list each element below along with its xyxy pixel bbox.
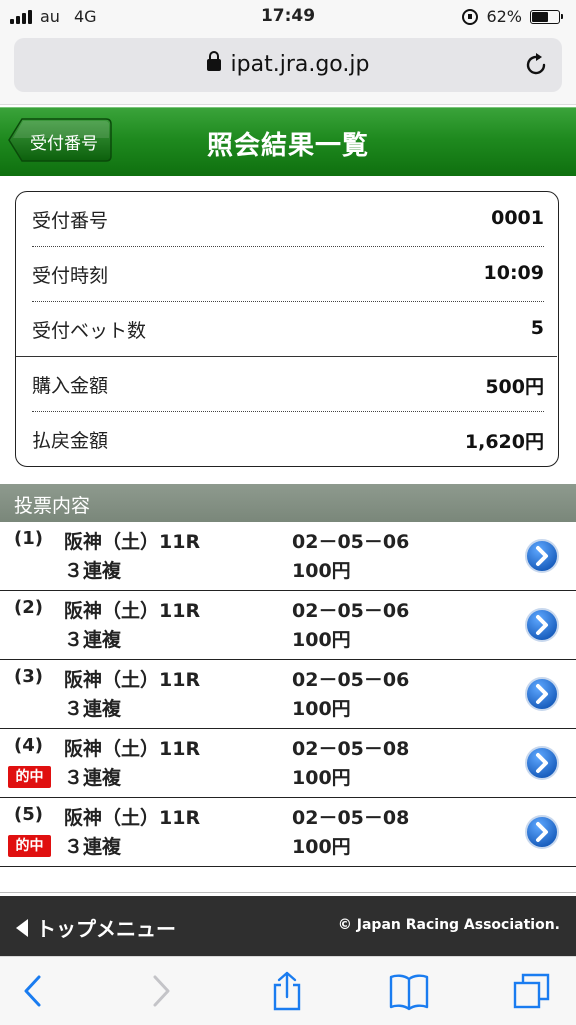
reload-icon[interactable] xyxy=(522,51,550,79)
receipt-row-payout: 払戻金額 1,620円 xyxy=(32,412,544,466)
bet-combination: 02－05－06 xyxy=(292,531,410,553)
receipt-row-number: 受付番号 0001 xyxy=(32,192,544,246)
page-footer: トップメニュー © Japan Racing Association. xyxy=(0,896,576,956)
share-icon[interactable] xyxy=(267,971,307,1011)
bet-type: ３連複 xyxy=(64,560,122,582)
battery-icon xyxy=(530,9,563,24)
bet-number: (1) xyxy=(14,528,43,549)
bet-number: (4) xyxy=(14,735,43,756)
bet-amount: 100円 xyxy=(292,629,351,651)
bet-amount: 100円 xyxy=(292,836,351,858)
hit-badge: 的中 xyxy=(8,835,51,857)
chevron-right-circle-icon[interactable] xyxy=(524,676,560,712)
chevron-right-circle-icon[interactable] xyxy=(524,538,560,574)
chevron-right-circle-icon[interactable] xyxy=(524,745,560,781)
receipt-summary: 受付番号 0001 受付時刻 10:09 受付ベット数 5 購入金額 500円 … xyxy=(15,191,559,467)
address-bar[interactable]: ipat.jra.go.jp xyxy=(14,38,562,92)
back-chevron-icon[interactable] xyxy=(14,971,54,1011)
browser-address-area: ipat.jra.go.jp xyxy=(0,32,576,105)
receipt-label: 受付ベット数 xyxy=(32,320,147,342)
receipt-label: 受付時刻 xyxy=(32,265,109,287)
bet-type: ３連複 xyxy=(64,767,122,789)
bet-combination: 02－05－06 xyxy=(292,669,410,691)
bet-number: (5) xyxy=(14,804,43,825)
receipt-value: 5 xyxy=(530,317,544,339)
bet-amount: 100円 xyxy=(292,698,351,720)
triangle-left-icon xyxy=(16,918,28,937)
bet-number: (3) xyxy=(14,666,43,687)
receipt-value: 0001 xyxy=(491,207,544,229)
top-menu-label: トップメニュー xyxy=(36,917,176,941)
bet-row-1[interactable]: (1) 阪神（土）11R ３連複 02－05－06 100円 xyxy=(0,522,576,591)
receipt-value: 10:09 xyxy=(483,262,544,284)
section-title: 投票内容 xyxy=(14,495,91,517)
bet-type: ３連複 xyxy=(64,836,122,858)
rotation-lock-icon xyxy=(462,8,479,25)
receipt-row-time: 受付時刻 10:09 xyxy=(32,247,544,301)
receipt-row-purchase: 購入金額 500円 xyxy=(32,357,544,411)
forward-chevron-icon[interactable] xyxy=(140,971,180,1011)
browser-toolbar xyxy=(0,956,576,1025)
bet-combination: 02－05－08 xyxy=(292,807,410,829)
padlock-icon xyxy=(206,51,221,71)
top-menu-link[interactable]: トップメニュー xyxy=(16,913,176,942)
bet-combination: 02－05－08 xyxy=(292,738,410,760)
bet-type: ３連複 xyxy=(64,629,122,651)
bet-row-4[interactable]: (4) 阪神（土）11R 的中 ３連複 02－05－08 100円 xyxy=(0,729,576,798)
bet-amount: 100円 xyxy=(292,767,351,789)
page-header: 受付番号 照会結果一覧 xyxy=(0,107,576,176)
bet-race: 阪神（土）11R xyxy=(64,669,201,691)
back-button[interactable]: 受付番号 xyxy=(8,118,112,162)
receipt-value: 500円 xyxy=(485,376,544,398)
status-right: 62% xyxy=(462,7,563,26)
url-display[interactable]: ipat.jra.go.jp xyxy=(14,51,562,77)
back-button-label: 受付番号 xyxy=(30,134,98,154)
chevron-right-circle-icon[interactable] xyxy=(524,814,560,850)
receipt-label: 払戻金額 xyxy=(32,430,109,452)
section-header: 投票内容 xyxy=(0,484,576,522)
receipt-row-bet-count: 受付ベット数 5 xyxy=(32,302,544,356)
bet-row-2[interactable]: (2) 阪神（土）11R ３連複 02－05－06 100円 xyxy=(0,591,576,660)
bet-combination: 02－05－06 xyxy=(292,600,410,622)
battery-percent: 62% xyxy=(486,7,522,26)
status-bar: au 4G 17:49 62% xyxy=(0,0,576,32)
bet-race: 阪神（土）11R xyxy=(64,738,201,760)
bet-row-5[interactable]: (5) 阪神（土）11R 的中 ３連複 02－05－08 100円 xyxy=(0,798,576,867)
chevron-right-circle-icon[interactable] xyxy=(524,607,560,643)
receipt-label: 購入金額 xyxy=(32,375,109,397)
receipt-value: 1,620円 xyxy=(464,431,544,453)
bet-number: (2) xyxy=(14,597,43,618)
url-text: ipat.jra.go.jp xyxy=(230,52,370,77)
bet-race: 阪神（土）11R xyxy=(64,600,201,622)
copyright-text: © Japan Racing Association. xyxy=(337,917,560,933)
bet-type: ３連複 xyxy=(64,698,122,720)
book-icon[interactable] xyxy=(389,971,429,1011)
bet-row-3[interactable]: (3) 阪神（土）11R ３連複 02－05－06 100円 xyxy=(0,660,576,729)
footer-divider xyxy=(0,892,576,893)
page-title: 照会結果一覧 xyxy=(206,131,369,161)
bet-race: 阪神（土）11R xyxy=(64,807,201,829)
hit-badge: 的中 xyxy=(8,766,51,788)
battery-level xyxy=(532,11,548,22)
receipt-label: 受付番号 xyxy=(32,210,109,232)
bet-race: 阪神（土）11R xyxy=(64,531,201,553)
bet-amount: 100円 xyxy=(292,560,351,582)
tabs-icon[interactable] xyxy=(512,971,552,1011)
